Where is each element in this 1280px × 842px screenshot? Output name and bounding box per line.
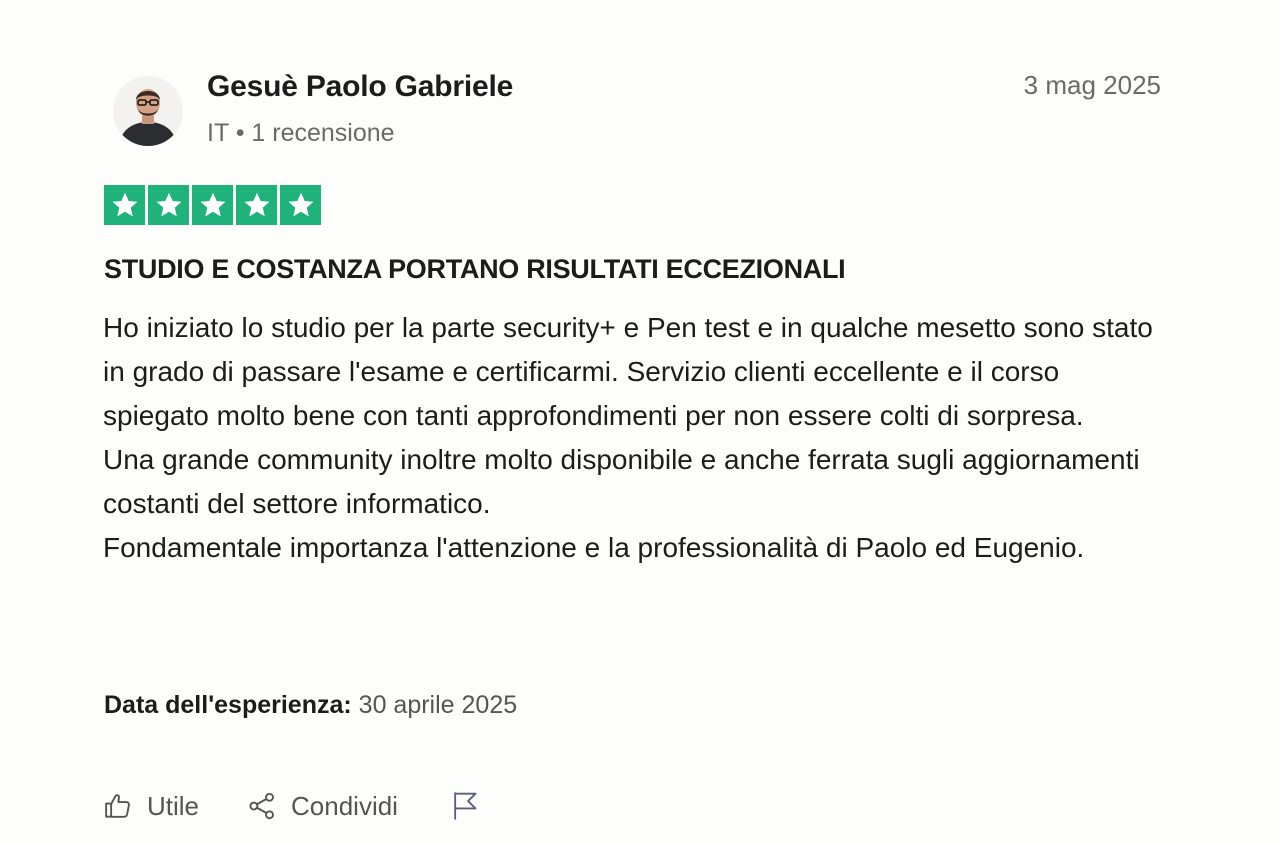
review-paragraph: Fondamentale importanza l'attenzione e l… [103, 532, 1085, 563]
flag-icon [454, 792, 477, 820]
review-card: Gesuè Paolo Gabriele IT • 1 recensione 3… [0, 0, 1280, 842]
experience-value: 30 aprile 2025 [358, 691, 518, 719]
report-button[interactable] [450, 790, 480, 822]
review-title: STUDIO E COSTANZA PORTANO RISULTATI ECCE… [104, 254, 846, 284]
review-actions: Utile Condividi [103, 787, 480, 825]
author-avatar[interactable] [113, 76, 183, 146]
star-icon [104, 185, 145, 225]
star-icon [280, 185, 321, 225]
share-button[interactable]: Condividi [247, 791, 398, 822]
share-icon [249, 792, 274, 820]
experience-label: Data dell'esperienza: [104, 691, 352, 719]
author-meta: IT • 1 recensione [207, 119, 395, 147]
review-date: 3 mag 2025 [1023, 70, 1161, 100]
thumbs-up-icon [105, 794, 130, 818]
useful-label: Utile [147, 790, 200, 821]
share-label: Condividi [291, 790, 398, 821]
experience-date: Data dell'esperienza: 30 aprile 2025 [104, 691, 517, 720]
useful-button[interactable]: Utile [103, 791, 199, 822]
user-avatar-icon [113, 76, 183, 146]
author-name[interactable]: Gesuè Paolo Gabriele [207, 70, 513, 104]
review-body: Ho iniziato lo studio per la parte secur… [103, 306, 1163, 570]
star-icon [236, 185, 277, 225]
star-rating [104, 185, 321, 225]
star-icon [148, 185, 189, 225]
star-icon [192, 185, 233, 225]
review-paragraph: Una grande community inoltre molto dispo… [103, 444, 1140, 519]
review-paragraph: Ho iniziato lo studio per la parte secur… [103, 312, 1153, 431]
